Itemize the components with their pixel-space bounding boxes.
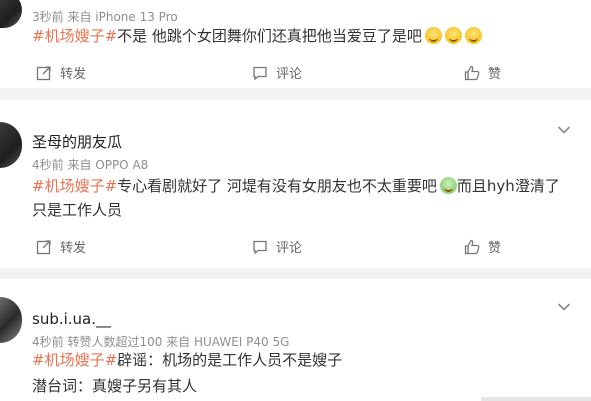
share-icon: [36, 239, 52, 255]
action-bar: 转发 评论 赞: [0, 63, 591, 83]
chevron-down-icon[interactable]: [557, 120, 571, 139]
share-icon: [36, 65, 52, 81]
like-label: 赞: [488, 241, 502, 256]
post-meta: 4秒前 来自 OPPO A8: [32, 158, 149, 172]
like-button[interactable]: 赞: [464, 237, 501, 256]
hashtag-link[interactable]: #机场嫂子#: [32, 27, 117, 45]
comment-icon: [252, 239, 268, 255]
avatar[interactable]: [0, 122, 22, 168]
post-text: #机场嫂子#辟谣：机场的是工作人员不是嫂子: [32, 348, 573, 372]
post-body: 专心看剧就好了 河堤有没有女朋友也不太重要吧: [117, 177, 437, 195]
hashtag-link[interactable]: #机场嫂子#: [32, 351, 117, 369]
post-text: #机场嫂子#专心看剧就好了 河堤有没有女朋友也不太重要吧 而且hyh澄清了只是工作…: [32, 174, 573, 222]
share-label: 转发: [60, 67, 87, 82]
avatar[interactable]: [0, 297, 22, 343]
post-body: 辟谣：机场的是工作人员不是嫂子: [117, 351, 343, 369]
post-card: 圣母的朋友瓜 4秒前 来自 OPPO A8 #机场嫂子#专心看剧就好了 河堤有没…: [0, 100, 591, 268]
like-button[interactable]: 赞: [464, 63, 501, 82]
post-meta: 3秒前 来自 iPhone 13 Pro: [32, 10, 178, 24]
avatar[interactable]: [0, 0, 22, 28]
chevron-down-icon[interactable]: [557, 297, 571, 316]
username[interactable]: sub.i.ua.__: [32, 310, 111, 328]
post-text-line2: 潜台词：真嫂子另有其人: [32, 377, 198, 395]
comment-icon: [252, 65, 268, 81]
comment-button[interactable]: 评论: [252, 237, 302, 256]
share-button[interactable]: 转发: [36, 63, 86, 82]
like-label: 赞: [488, 67, 502, 82]
emoji-icon: [439, 177, 457, 194]
comment-label: 评论: [276, 241, 303, 256]
post-body: 不是 他跳个女团舞你们还真把他当爱豆了是吧: [117, 27, 422, 45]
grin-emoji-icon: [444, 27, 462, 44]
post-card: sub.i.ua.__ 4秒前 转赞人数超过100 来自 HUAWEI P40 …: [0, 279, 591, 401]
divider: [481, 397, 591, 401]
comment-button[interactable]: 评论: [252, 63, 302, 82]
hashtag-link[interactable]: #机场嫂子#: [32, 177, 117, 195]
action-bar: 转发 评论 赞: [0, 237, 591, 257]
thumbs-up-icon: [464, 239, 480, 255]
thumbs-up-icon: [464, 65, 480, 81]
grin-emoji-icon: [464, 27, 482, 44]
comment-label: 评论: [276, 67, 303, 82]
share-button[interactable]: 转发: [36, 237, 86, 256]
share-label: 转发: [60, 241, 87, 256]
grin-emoji-icon: [424, 27, 442, 44]
post-card: 3秒前 来自 iPhone 13 Pro #机场嫂子#不是 他跳个女团舞你们还真…: [0, 0, 591, 88]
username[interactable]: 圣母的朋友瓜: [32, 131, 122, 152]
post-text: #机场嫂子#不是 他跳个女团舞你们还真把他当爱豆了是吧: [32, 24, 573, 48]
